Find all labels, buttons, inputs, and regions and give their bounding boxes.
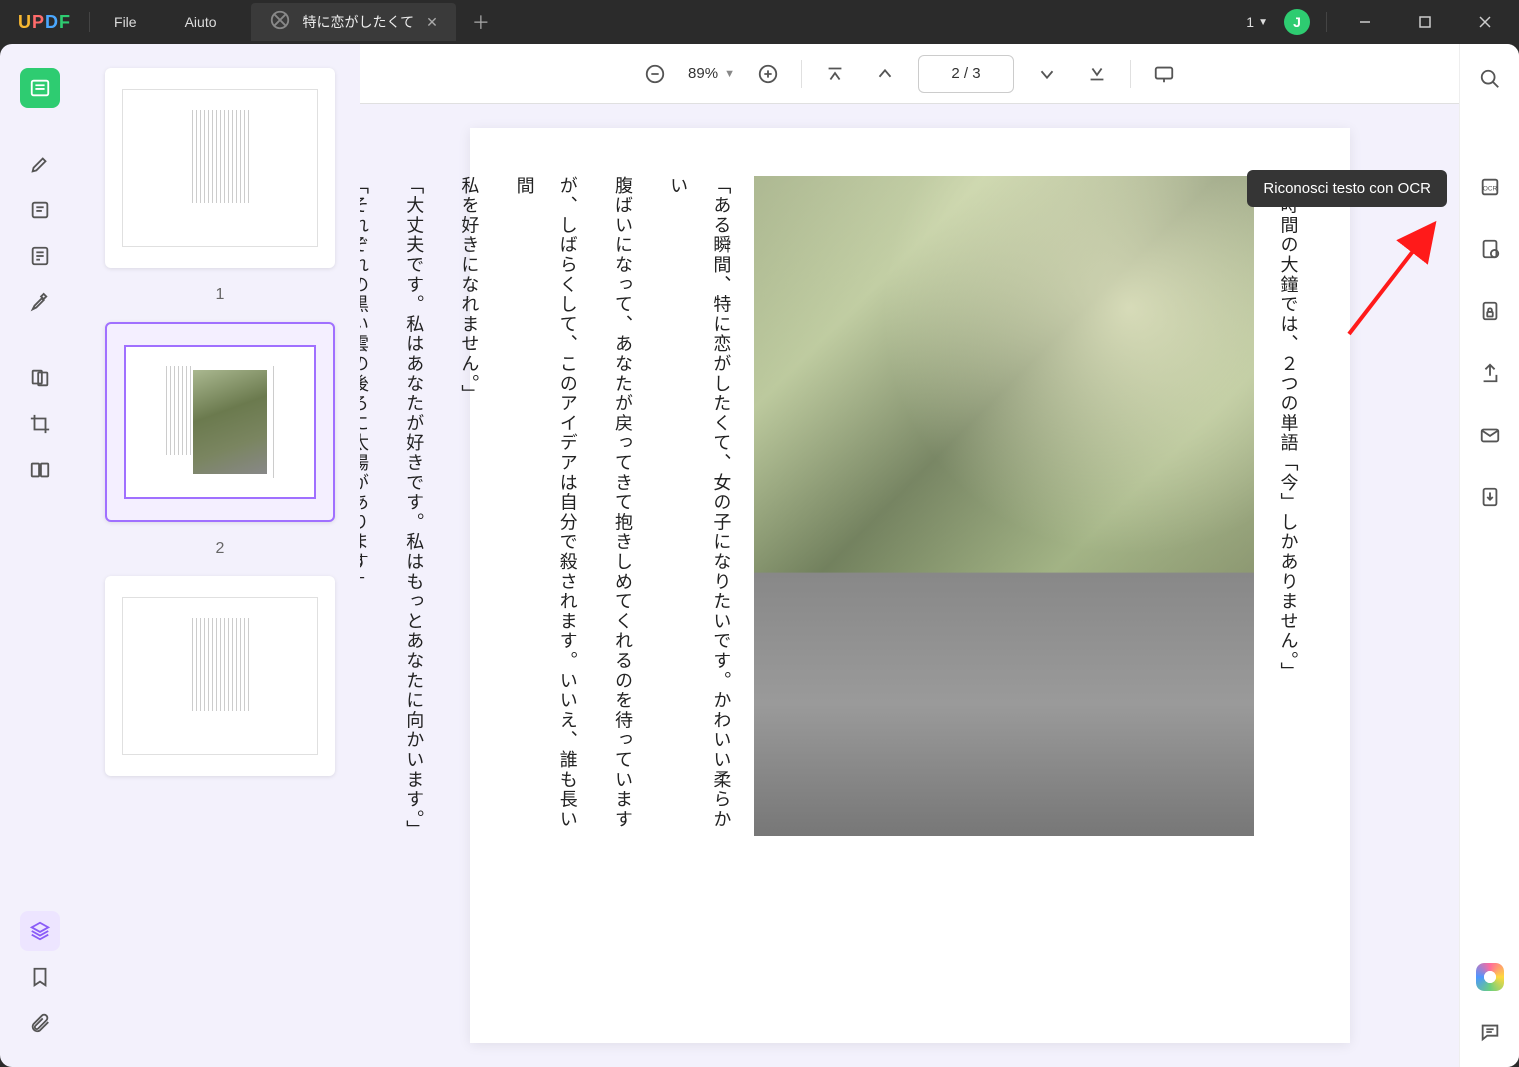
page-photo: [754, 176, 1254, 836]
left-toolbar: [0, 44, 80, 1067]
zoom-value: 89%: [688, 65, 718, 82]
zoom-out-button[interactable]: [638, 57, 672, 91]
window-count-value: 1: [1246, 14, 1254, 30]
page-number-input[interactable]: 2 / 3: [918, 55, 1014, 93]
reader-mode-button[interactable]: [20, 68, 60, 108]
menu-help[interactable]: Aiuto: [161, 14, 241, 30]
text-column-6: 「それぞれの黒い雲の後ろに太陽があります」: [360, 176, 380, 616]
app-logo: UPDF: [0, 12, 89, 33]
compare-tool[interactable]: [20, 450, 60, 490]
window-minimize[interactable]: [1343, 0, 1387, 44]
view-toolbar: 89% ▼ 2 / 3: [360, 44, 1459, 104]
text-column-far-right: 「時間の大鐘では、２つの単語「今」しかありません。」: [1266, 176, 1309, 676]
form-button[interactable]: [1473, 232, 1507, 266]
menu-file[interactable]: File: [90, 14, 161, 30]
page-number-value: 2 / 3: [951, 65, 980, 82]
text-column-1: 「ある瞬間、特に恋がしたくて、女の子になりたいです。かわいい柔らかい: [656, 176, 742, 836]
tab-title: 特に恋がしたくて: [303, 12, 415, 32]
text-column-5: 「大丈夫です。私はあなたが好きです。私はもっとあなたに向かいます。」: [392, 176, 435, 836]
ocr-tooltip: Riconosci testo con OCR: [1247, 170, 1447, 207]
separator: [1130, 60, 1131, 88]
thumbnail-label-2: 2: [216, 540, 225, 558]
tab-doc-icon: [269, 9, 291, 36]
user-avatar[interactable]: J: [1284, 9, 1310, 35]
page-content: 「時間の大鐘では、２つの単語「今」しかありません。」 「ある瞬間、特に恋がしたく…: [470, 128, 1350, 1043]
chevron-down-icon: ▼: [1258, 17, 1268, 28]
first-page-button[interactable]: [818, 57, 852, 91]
share-button[interactable]: [1473, 356, 1507, 390]
page-scroll-area[interactable]: 「時間の大鐘では、２つの単語「今」しかありません。」 「ある瞬間、特に恋がしたく…: [360, 104, 1459, 1067]
thumbnail-label-1: 1: [216, 286, 225, 304]
text-column-4: 私を好きになれません。」: [447, 176, 490, 416]
mail-button[interactable]: [1473, 418, 1507, 452]
attachment-button[interactable]: [20, 1003, 60, 1043]
eyedrop-tool[interactable]: [20, 282, 60, 322]
organize-pages-tool[interactable]: [20, 358, 60, 398]
last-page-button[interactable]: [1080, 57, 1114, 91]
ocr-button[interactable]: OCR: [1473, 170, 1507, 204]
chevron-down-icon: ▼: [724, 68, 735, 80]
search-button[interactable]: [1473, 62, 1507, 96]
page-thumbnail-1[interactable]: [105, 68, 335, 268]
titlebar: UPDF File Aiuto 特に恋がしたくて ✕ ＋ 1 ▼ J: [0, 0, 1519, 44]
new-tab-button[interactable]: ＋: [456, 9, 506, 35]
text-column-3: が、しばらくして、このアイデアは自分で殺されます。いいえ、誰も長い間: [502, 176, 588, 836]
thumbnail-preview-image: [193, 370, 267, 474]
zoom-level-dropdown[interactable]: 89% ▼: [688, 65, 735, 82]
separator: [1326, 12, 1327, 32]
page-thumbnail-2[interactable]: [105, 322, 335, 522]
window-close[interactable]: [1463, 0, 1507, 44]
bookmark-button[interactable]: [20, 957, 60, 997]
ai-assistant-icon[interactable]: [1476, 963, 1504, 991]
thumbnail-panel: 1 2: [80, 44, 360, 1067]
separator: [801, 60, 802, 88]
window-count[interactable]: 1 ▼: [1246, 14, 1268, 30]
note-tool[interactable]: [20, 236, 60, 276]
page-thumbnail-3[interactable]: [105, 576, 335, 776]
crop-tool[interactable]: [20, 404, 60, 444]
export-button[interactable]: [1473, 480, 1507, 514]
presentation-button[interactable]: [1147, 57, 1181, 91]
zoom-in-button[interactable]: [751, 57, 785, 91]
protect-button[interactable]: [1473, 294, 1507, 328]
edit-tool[interactable]: [20, 190, 60, 230]
document-tab[interactable]: 特に恋がしたくて ✕: [251, 3, 456, 41]
tab-close-icon[interactable]: ✕: [426, 14, 438, 31]
comment-button[interactable]: [1473, 1015, 1507, 1049]
prev-page-button[interactable]: [868, 57, 902, 91]
highlight-tool[interactable]: [20, 144, 60, 184]
right-toolbar: OCR: [1459, 44, 1519, 1067]
window-maximize[interactable]: [1403, 0, 1447, 44]
svg-text:OCR: OCR: [1482, 186, 1497, 193]
layers-panel-button[interactable]: [20, 911, 60, 951]
text-column-2: 腹ばいになって、あなたが戻ってきて抱きしめてくれるのを待っています: [601, 176, 644, 836]
next-page-button[interactable]: [1030, 57, 1064, 91]
